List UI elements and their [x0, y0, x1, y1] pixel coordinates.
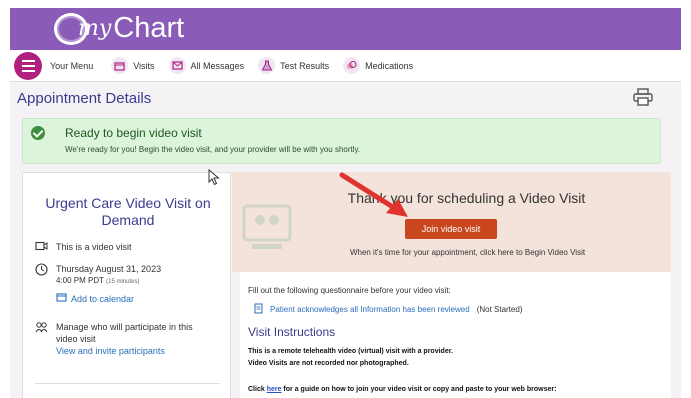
questionnaire-link[interactable]: Patient acknowledges all Information has…	[270, 305, 470, 314]
nav-medications-label: Medications	[365, 60, 414, 71]
envelope-icon	[168, 57, 186, 74]
logo-my-text: my	[78, 16, 112, 41]
add-to-calendar-link[interactable]: Add to calendar	[56, 292, 161, 305]
header-bar: my Chart	[10, 8, 681, 50]
appointment-title: Urgent Care Video Visit on Demand	[45, 195, 211, 228]
instruction-click-line: Click here for a guide on how to join yo…	[248, 386, 556, 393]
appointment-time: 4:00 PM PDT	[56, 276, 104, 285]
calendar-icon	[111, 57, 129, 74]
nav-visits-label: Visits	[133, 60, 155, 71]
appointment-date: Thursday August 31, 2023	[56, 264, 162, 274]
banner-title: Ready to begin video visit	[65, 126, 202, 140]
print-icon[interactable]	[633, 88, 653, 111]
click-prefix: Click	[248, 386, 267, 393]
when-text: When it's time for your appointment, cli…	[349, 248, 586, 257]
clock-icon	[35, 263, 48, 305]
join-video-visit-button[interactable]: Join video visit	[405, 219, 497, 239]
red-arrow-icon	[339, 172, 408, 217]
document-icon	[254, 303, 263, 316]
instruction-line-2: Video Visits are not recorded nor photog…	[248, 360, 409, 367]
manage-participants-row: Manage who will participate in this vide…	[35, 321, 196, 357]
page-title: Appointment Details	[17, 90, 152, 107]
nav-test-results-label: Test Results	[280, 60, 330, 71]
calendar-add-icon	[56, 292, 67, 305]
pill-icon	[343, 57, 361, 74]
logo-chart-text: Chart	[113, 12, 185, 44]
banner-text: We're ready for you! Begin the video vis…	[65, 145, 361, 154]
mouse-cursor-icon	[208, 169, 220, 186]
video-visit-panel: Thank you for scheduling a Video Visit J…	[232, 172, 671, 272]
instructions-panel: Fill out the following questionnaire bef…	[240, 272, 671, 398]
ready-banner: Ready to begin video visit We're ready f…	[22, 118, 661, 164]
click-suffix: for a guide on how to join your video vi…	[281, 386, 557, 393]
nav-visits[interactable]: Visits	[111, 57, 155, 74]
page-title-row: Appointment Details	[17, 88, 667, 111]
video-visit-illustration-icon	[242, 204, 292, 249]
flask-icon	[258, 57, 276, 74]
card-divider	[35, 383, 220, 384]
check-circle-icon	[31, 126, 45, 140]
appointment-card: Urgent Care Video Visit on Demand This i…	[22, 172, 231, 398]
visit-instructions-title: Visit Instructions	[248, 325, 336, 339]
view-invite-participants-link[interactable]: View and invite participants	[56, 345, 196, 357]
thanks-heading: Thank you for scheduling a Video Visit	[347, 190, 586, 206]
video-visit-row: This is a video visit	[35, 241, 132, 254]
nav-all-messages[interactable]: All Messages	[168, 57, 245, 74]
video-camera-icon	[35, 241, 48, 254]
nav-medications[interactable]: Medications	[343, 57, 413, 74]
datetime-row: Thursday August 31, 2023 4:00 PM PDT (15…	[35, 263, 161, 305]
participants-icon	[35, 321, 48, 357]
nav-all-messages-label: All Messages	[190, 60, 245, 71]
mychart-logo[interactable]: my Chart	[54, 12, 184, 45]
questionnaire-status: (Not Started)	[476, 305, 523, 314]
appointment-duration: (15 minutes)	[106, 279, 140, 285]
questionnaire-intro: Fill out the following questionnaire bef…	[248, 286, 451, 295]
hamburger-menu-icon[interactable]	[14, 51, 42, 80]
instruction-line-1: This is a remote telehealth video (virtu…	[248, 348, 453, 355]
add-to-calendar-label: Add to calendar	[71, 293, 135, 304]
questionnaire-item[interactable]: Patient acknowledges all Information has…	[254, 303, 522, 316]
here-link[interactable]: here	[267, 386, 282, 393]
manage-participants-text: Manage who will participate in this vide…	[56, 322, 193, 344]
your-menu-label[interactable]: Your Menu	[50, 61, 93, 71]
nav-test-results[interactable]: Test Results	[258, 57, 329, 74]
video-visit-text: This is a video visit	[56, 242, 132, 252]
menu-bar: Your Menu Visits All Messages Test Resul…	[10, 50, 681, 82]
